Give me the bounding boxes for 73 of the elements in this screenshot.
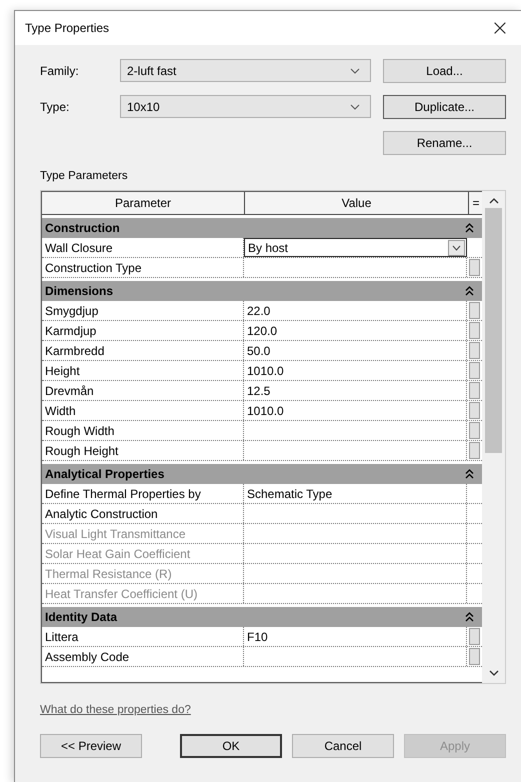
field-label: Family: bbox=[40, 64, 80, 78]
dialog-button[interactable]: << Preview bbox=[40, 734, 142, 758]
associate-parameter-button[interactable] bbox=[468, 342, 480, 359]
associate-parameter-button[interactable] bbox=[468, 648, 480, 665]
help-link[interactable]: What do these properties do? bbox=[40, 704, 191, 716]
dialog-button[interactable]: OK bbox=[180, 734, 282, 758]
parameter-value[interactable]: 12.5 bbox=[244, 381, 467, 400]
associate-parameter-button[interactable] bbox=[468, 322, 480, 339]
associate-parameter-button[interactable] bbox=[468, 362, 480, 379]
collapse-icon[interactable] bbox=[465, 612, 474, 622]
parameter-name: Wall Closure bbox=[42, 238, 244, 257]
side-button[interactable]: Load... bbox=[383, 59, 506, 83]
chevron-down-icon bbox=[350, 68, 360, 74]
associate-parameter-button[interactable] bbox=[468, 442, 480, 459]
parameter-name: Rough Height bbox=[42, 441, 244, 460]
side-button[interactable]: Rename... bbox=[383, 131, 506, 155]
scroll-up-icon[interactable] bbox=[488, 197, 499, 204]
close-button[interactable]: × bbox=[478, 11, 521, 45]
column-header[interactable]: Parameter bbox=[42, 192, 245, 214]
parameter-name: Littera bbox=[42, 627, 244, 646]
associate-parameter-button[interactable] bbox=[468, 302, 480, 319]
parameter-name: Drevmån bbox=[42, 381, 244, 400]
chevron-down-icon bbox=[350, 104, 360, 110]
associate-parameter-button[interactable] bbox=[468, 382, 480, 399]
scrollbar-thumb[interactable] bbox=[485, 208, 502, 453]
collapse-icon[interactable] bbox=[465, 286, 474, 296]
parameter-name: Construction Type bbox=[42, 258, 244, 277]
associate-parameter-button[interactable] bbox=[468, 402, 480, 419]
dropdown-field[interactable]: 10x10 bbox=[120, 95, 371, 118]
section-header[interactable]: Dimensions bbox=[42, 281, 482, 301]
parameter-value[interactable]: 1010.0 bbox=[244, 401, 467, 420]
parameter-value[interactable]: Schematic Type bbox=[244, 484, 467, 503]
dialog-button[interactable]: Cancel bbox=[292, 734, 394, 758]
section-title: Analytical Properties bbox=[45, 467, 164, 481]
parameter-value[interactable]: 22.0 bbox=[244, 301, 467, 320]
parameter-name: Rough Width bbox=[42, 421, 244, 440]
parameter-name: Smygdjup bbox=[42, 301, 244, 320]
parameter-name: Solar Heat Gain Coefficient bbox=[42, 544, 244, 563]
section-header[interactable]: Identity Data bbox=[42, 607, 482, 627]
parameter-value[interactable]: 50.0 bbox=[244, 341, 467, 360]
field-label: Type: bbox=[40, 100, 70, 114]
window-title: Type Properties bbox=[25, 21, 110, 35]
parameter-name: Height bbox=[42, 361, 244, 380]
parameter-value[interactable]: 120.0 bbox=[244, 321, 467, 340]
section-header[interactable]: Construction bbox=[42, 218, 482, 238]
parameter-name: Define Thermal Properties by bbox=[42, 484, 244, 503]
parameter-name: Heat Transfer Coefficient (U) bbox=[42, 584, 244, 603]
dropdown-button[interactable] bbox=[448, 240, 465, 256]
parameter-name: Visual Light Transmittance bbox=[42, 524, 244, 543]
group-label: Type Parameters bbox=[40, 170, 129, 182]
dropdown-field[interactable]: 2-luft fast bbox=[120, 59, 371, 82]
parameter-name: Analytic Construction bbox=[42, 504, 244, 523]
column-header[interactable]: = bbox=[469, 192, 482, 214]
column-header[interactable]: Value bbox=[245, 192, 469, 214]
parameter-value[interactable]: 1010.0 bbox=[244, 361, 467, 380]
section-title: Construction bbox=[45, 221, 120, 235]
side-button[interactable]: Duplicate... bbox=[383, 95, 506, 119]
parameter-name: Karmdjup bbox=[42, 321, 244, 340]
collapse-icon[interactable] bbox=[465, 469, 474, 479]
parameter-value[interactable]: F10 bbox=[244, 627, 467, 646]
associate-parameter-button[interactable] bbox=[468, 628, 480, 645]
section-title: Identity Data bbox=[45, 610, 118, 624]
chevron-down-icon bbox=[452, 244, 461, 250]
parameter-name: Width bbox=[42, 401, 244, 420]
associate-parameter-button[interactable] bbox=[468, 422, 480, 439]
parameter-name: Assembly Code bbox=[42, 647, 244, 666]
section-title: Dimensions bbox=[45, 284, 114, 298]
value-dropdown[interactable]: By host bbox=[244, 238, 467, 257]
section-header[interactable]: Analytical Properties bbox=[42, 464, 482, 484]
parameter-name: Thermal Resistance (R) bbox=[42, 564, 244, 583]
scroll-down-icon[interactable] bbox=[488, 670, 499, 677]
parameter-name: Karmbredd bbox=[42, 341, 244, 360]
collapse-icon[interactable] bbox=[465, 223, 474, 233]
